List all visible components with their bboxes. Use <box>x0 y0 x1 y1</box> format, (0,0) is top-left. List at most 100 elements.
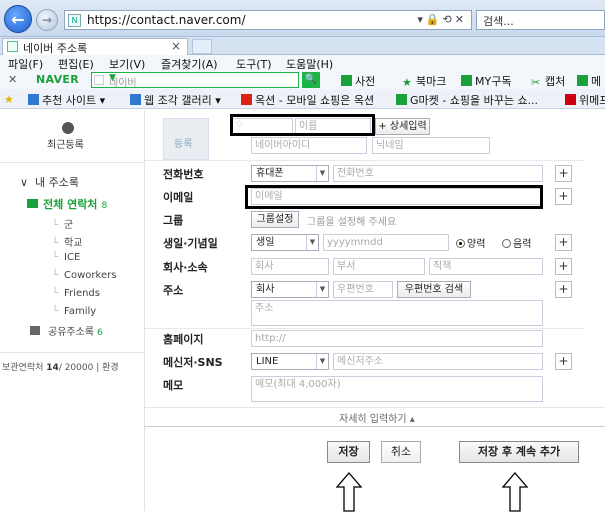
address-input[interactable]: 주소 <box>251 300 543 326</box>
highlight-box-email <box>245 185 543 209</box>
favorites-bar: ★ 추천 사이트 ▾ 웹 조각 갤러리 ▾ 옥션 - 모바일 쇼핑은 옥션 G마… <box>0 89 605 109</box>
menu-help[interactable]: 도움말(H) <box>286 56 333 72</box>
solar-radio[interactable]: 양력 <box>456 235 485 250</box>
save-and-add-button[interactable]: 저장 후 계속 추가 <box>459 441 579 463</box>
row-divider <box>145 407 605 408</box>
toolbar-capture[interactable]: ✂ 캡처 <box>531 73 565 89</box>
toolbar-my-subscribe[interactable]: MY구독 <box>461 73 511 89</box>
toolbar-bookmark[interactable]: ★ 북마크 <box>402 73 446 89</box>
birthday-type-select[interactable]: 생일 ▼ <box>251 234 319 251</box>
menu-tools[interactable]: 도구(T) <box>236 56 272 72</box>
shared-book-icon <box>30 326 40 335</box>
forward-arrow-icon[interactable]: → <box>36 9 58 31</box>
detail-input-button[interactable]: + 상세입력 <box>375 118 430 135</box>
messenger-type-select[interactable]: LINE ▼ <box>251 353 329 370</box>
fav-auction[interactable]: 옥션 - 모바일 쇼핑은 옥션 <box>241 92 374 108</box>
address-type-select[interactable]: 회사 ▼ <box>251 281 329 298</box>
add-company-button[interactable]: + <box>555 258 572 275</box>
page-content: 최근등록 ∨ 내 주소록 전체 연락처 8 └ 군 └ 학교 └ ICE └ Cowork… <box>0 110 605 512</box>
chevron-down-icon: ▼ <box>316 166 328 181</box>
storage-usage: 보관연락처 14/ 20000 | 환경 <box>2 363 119 373</box>
naver-toolbar: ✕ NAVER 네이버 ▼ 🔍 사전 ★ 북마크 MY구독 ✂ 캡처 메 <box>0 71 605 89</box>
address-bar[interactable]: N https://contact.naver.com/ ▾🔒⟲✕ <box>64 10 472 30</box>
save-button[interactable]: 저장 <box>327 441 370 463</box>
zipcode-input[interactable]: 우편번호 <box>333 281 393 298</box>
sidebar-group-item[interactable]: └ Friends <box>52 288 100 299</box>
radio-unchecked-icon <box>502 239 511 248</box>
radio-checked-icon <box>456 239 465 248</box>
toolbar-close-icon[interactable]: ✕ <box>8 73 17 86</box>
back-arrow-icon[interactable]: ← <box>4 5 32 33</box>
chevron-down-icon: ▼ <box>316 282 328 297</box>
homepage-label: 홈페이지 <box>163 333 204 346</box>
department-input[interactable]: 부서 <box>333 258 425 275</box>
add-messenger-button[interactable]: + <box>555 353 572 370</box>
birthday-input[interactable]: yyyymmdd <box>323 234 449 251</box>
chevron-down-icon[interactable]: ▼ <box>109 73 295 83</box>
homepage-input[interactable]: http:// <box>251 330 543 347</box>
menu-edit[interactable]: 편집(E) <box>58 56 94 72</box>
phone-type-select[interactable]: 휴대폰 ▼ <box>251 165 329 182</box>
zipcode-search-button[interactable]: 우편번호 검색 <box>397 281 471 298</box>
new-tab-button[interactable] <box>192 39 212 54</box>
address-bar-icons[interactable]: ▾🔒⟲✕ <box>417 13 467 26</box>
memo-textarea[interactable]: 메모(최대 4,000자) <box>251 376 543 402</box>
annotation-arrow-up-icon <box>336 472 362 512</box>
tab-naver-contacts[interactable]: 네이버 주소록 × <box>2 38 188 55</box>
menu-file[interactable]: 파일(F) <box>8 56 43 72</box>
photo-upload[interactable]: 등록 <box>163 118 209 160</box>
sidebar-group-item[interactable]: └ ICE <box>52 252 80 263</box>
messenger-input[interactable]: 메신저주소 <box>333 353 543 370</box>
sidebar-divider <box>0 162 145 163</box>
lunar-radio[interactable]: 음력 <box>502 235 531 250</box>
sidebar-item-all-contacts[interactable]: 전체 연락처 8 <box>27 196 107 212</box>
chevron-down-icon: ▼ <box>306 235 318 250</box>
menu-favorites[interactable]: 즐겨찾기(A) <box>161 56 218 72</box>
address-url[interactable]: https://contact.naver.com/ <box>87 13 246 27</box>
sidebar-item-shared[interactable]: 공유주소록 6 <box>30 323 103 338</box>
phone-input[interactable]: 전화번호 <box>333 165 543 182</box>
clock-icon[interactable] <box>62 122 74 134</box>
naver-search-input[interactable]: 네이버 ▼ <box>91 72 299 89</box>
menu-view[interactable]: 보기(V) <box>109 56 145 72</box>
group-hint: 그룹을 설정해 주세요 <box>307 217 397 228</box>
browser-titlebar: ← → N https://contact.naver.com/ ▾🔒⟲✕ 검색… <box>0 0 605 37</box>
group-settings-button[interactable]: 그룹설정 <box>251 211 299 228</box>
toolbar-dictionary[interactable]: 사전 <box>341 73 375 89</box>
browser-search-box[interactable]: 검색... <box>476 10 605 30</box>
sidebar-group-item[interactable]: └ Family <box>52 306 96 317</box>
my-contacts-toggle[interactable]: ∨ 내 주소록 <box>20 174 79 190</box>
tab-close-icon[interactable]: × <box>171 39 181 53</box>
toolbar-more[interactable]: 메 <box>577 73 601 89</box>
search-icon[interactable]: 🔍 <box>302 72 320 88</box>
group-label: 그룹 <box>163 214 184 227</box>
add-address-button[interactable]: + <box>555 281 572 298</box>
company-label: 회사·소속 <box>163 261 208 274</box>
job-title-input[interactable]: 직책 <box>429 258 543 275</box>
add-phone-button[interactable]: + <box>555 165 572 182</box>
sidebar-group-item[interactable]: └ 학교 <box>52 234 82 249</box>
nickname-input[interactable]: 닉네임 <box>372 137 490 154</box>
fav-web-slice-gallery[interactable]: 웹 조각 갤러리 ▾ <box>130 92 221 108</box>
sidebar-group-item[interactable]: └ 군 <box>52 216 73 231</box>
fav-wemakeprice[interactable]: 위메프 <box>565 92 605 108</box>
sidebar: 최근등록 ∨ 내 주소록 전체 연락처 8 └ 군 └ 학교 └ ICE └ Cowork… <box>0 110 145 511</box>
messenger-label: 메신저·SNS <box>163 356 223 369</box>
birthday-label: 생일·기념일 <box>163 237 218 250</box>
more-input-toggle[interactable]: 자세히 입력하기 ▴ <box>339 410 415 425</box>
fav-gmarket[interactable]: G마켓 - 쇼핑을 바꾸는 쇼... <box>396 92 538 108</box>
naver-id-input[interactable]: 네이버아이디 <box>251 137 367 154</box>
fav-recommended-sites[interactable]: 추천 사이트 ▾ <box>28 92 105 108</box>
row-divider <box>145 328 585 329</box>
chevron-down-icon: ▼ <box>316 354 328 369</box>
tab-title: 네이버 주소록 <box>23 42 88 55</box>
menu-bar: 파일(F) 편집(E) 보기(V) 즐겨찾기(A) 도구(T) 도움말(H) <box>0 55 605 71</box>
add-email-button[interactable]: + <box>555 188 572 205</box>
company-input[interactable]: 회사 <box>251 258 329 275</box>
favorites-star-icon[interactable]: ★ <box>4 92 18 106</box>
add-birthday-button[interactable]: + <box>555 234 572 251</box>
cancel-button[interactable]: 취소 <box>381 441 421 463</box>
sidebar-group-item[interactable]: └ Coworkers <box>52 270 116 281</box>
recent-contacts-link[interactable]: 최근등록 <box>47 136 84 151</box>
search-engine-icon <box>94 75 104 85</box>
